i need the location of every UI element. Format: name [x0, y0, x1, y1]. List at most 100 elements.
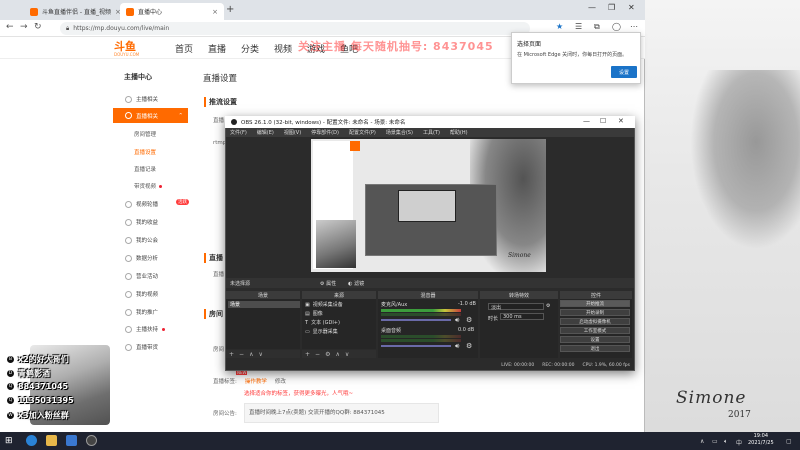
favorite-star-icon[interactable]: ★ [556, 22, 563, 31]
sidebar-item-room-manage[interactable]: 房间管理 [134, 130, 156, 138]
tag-tutorial-link[interactable]: 操作教学 [245, 377, 267, 385]
move-down-icon[interactable]: ∨ [345, 351, 349, 358]
sidebar-item-activities[interactable]: 营业活动 [125, 272, 158, 280]
edge-taskbar-icon[interactable] [26, 435, 37, 446]
back-icon[interactable]: ← [6, 22, 14, 32]
notification-icon[interactable]: ▢ [786, 438, 792, 445]
transitions-dock-header: 转场特效 [480, 291, 558, 299]
notice-textarea[interactable]: 直播时间晚上7点(卖题) 交流开播的QQ群: 884371045 [244, 403, 439, 423]
close-window-icon[interactable]: ✕ [628, 3, 635, 12]
windows-start-icon[interactable]: ⊞ [5, 436, 13, 446]
gear-icon[interactable]: ⚙ [325, 351, 330, 358]
sidebar-item-income[interactable]: 我的收益 [125, 218, 158, 226]
more-icon[interactable]: ⋯ [630, 22, 638, 31]
scene-item[interactable]: 场景 [228, 301, 300, 308]
sidebar-item-live-shopping[interactable]: 直播带货 [125, 343, 158, 351]
tray-arrow-icon[interactable]: ∧ [700, 438, 704, 445]
transition-select[interactable]: 淡出 [488, 303, 544, 311]
menu-edit[interactable]: 编辑(E) [257, 129, 274, 136]
gear-icon[interactable]: ⚙ [466, 342, 472, 350]
sidebar-title: 主播中心 [124, 73, 152, 81]
popup-settings-button[interactable]: 设置 [611, 66, 637, 78]
sidebar-item-support[interactable]: 主播扶持 [125, 325, 166, 333]
tag-edit-link[interactable]: 修改 [275, 377, 286, 385]
obs-taskbar-icon[interactable] [86, 435, 97, 446]
add-icon[interactable]: + [229, 351, 234, 358]
start-streaming-button[interactable]: 开始推流 [560, 300, 630, 307]
menu-help[interactable]: 帮助(H) [450, 129, 468, 136]
move-up-icon[interactable]: ∧ [335, 351, 339, 358]
source-item[interactable]: ▣ 视频采集设备 [305, 301, 343, 309]
duration-input[interactable]: 300 ms [500, 313, 544, 320]
section-live: 直播 [204, 253, 223, 263]
minimize-icon[interactable]: — [588, 3, 596, 12]
nav-home[interactable]: 首页 [175, 42, 193, 55]
obs-minimize-icon[interactable]: — [583, 117, 590, 125]
forward-icon[interactable]: → [20, 22, 28, 32]
source-item[interactable]: ▤ 图像 [305, 310, 323, 318]
add-icon[interactable]: + [305, 351, 310, 358]
collections-icon[interactable]: ☰ [575, 22, 582, 31]
filters-button[interactable]: ◐ 滤镜 [348, 280, 364, 287]
remove-icon[interactable]: − [239, 351, 244, 358]
menu-tools[interactable]: 工具(T) [423, 129, 440, 136]
volume-slider[interactable] [381, 345, 451, 347]
nav-category[interactable]: 分类 [241, 42, 259, 55]
sidebar-item-analytics[interactable]: 数据分析 [125, 254, 158, 262]
move-down-icon[interactable]: ∨ [258, 351, 262, 358]
sidebar-item-goods-video[interactable]: 带货视频 [134, 182, 163, 190]
exit-button[interactable]: 退出 [560, 345, 630, 352]
obs-maximize-icon[interactable]: ☐ [600, 117, 606, 125]
sidebar-item-carousel[interactable]: 视频轮播 [125, 200, 158, 208]
sidebar-item-live-settings[interactable]: 直播设置 [134, 148, 156, 156]
ime-icon[interactable]: 中 [736, 438, 742, 447]
network-icon[interactable]: ▭ [712, 438, 718, 445]
qq-icon: Q [6, 382, 15, 391]
menu-docks[interactable]: 停靠部件(D) [311, 129, 339, 136]
start-recording-button[interactable]: 开始录制 [560, 309, 630, 316]
sidebar-item-live-records[interactable]: 直播记录 [134, 165, 156, 173]
url-input[interactable]: 🔒︎ https://mp.douyu.com/live/main [60, 22, 530, 35]
extensions-icon[interactable]: ⧉ [594, 22, 600, 32]
gear-icon[interactable]: ⚙ [546, 303, 550, 309]
menu-profile[interactable]: 配置文件(P) [349, 129, 376, 136]
tab-douyu-home[interactable]: 斗鱼直播伴侣 - 直播_视频 × [24, 3, 127, 20]
taskbar-clock[interactable]: 19:04 2021/7/25 [748, 433, 774, 447]
studio-mode-button[interactable]: 工作室模式 [560, 327, 630, 334]
gear-icon[interactable]: ⚙ [466, 316, 472, 324]
menu-scene-collection[interactable]: 场景集合(S) [386, 129, 413, 136]
store-icon[interactable] [66, 435, 77, 446]
douyu-logo[interactable]: 斗鱼 DOUYU.COM [114, 38, 139, 57]
nav-live[interactable]: 直播 [208, 42, 226, 55]
sidebar-item-promotion[interactable]: 我的推广 [125, 308, 158, 316]
virtual-camera-button[interactable]: 启动虚拟摄像机 [560, 318, 630, 325]
obs-close-icon[interactable]: ✕ [618, 117, 624, 125]
douyu-favicon-icon [126, 7, 134, 16]
speaker-icon[interactable]: 🔊︎ [455, 316, 459, 325]
refresh-icon[interactable]: ↻ [34, 22, 42, 32]
new-tab-icon[interactable]: + [226, 4, 234, 15]
sidebar-item-anchor[interactable]: 主播相关 [125, 95, 158, 103]
close-icon[interactable]: × [212, 8, 218, 16]
speaker-icon[interactable]: 🔊︎ [455, 342, 459, 351]
popup-title: 选择页面 [517, 41, 542, 48]
sidebar-item-guild[interactable]: 我的公会 [125, 236, 158, 244]
move-up-icon[interactable]: ∧ [249, 351, 253, 358]
profile-icon[interactable]: ◯ [612, 22, 621, 31]
remove-icon[interactable]: − [315, 351, 320, 358]
settings-button[interactable]: 设置 [560, 336, 630, 343]
file-explorer-icon[interactable] [46, 435, 57, 446]
nav-video[interactable]: 视频 [274, 42, 292, 55]
tab-label: 直播中心 [138, 9, 163, 16]
maximize-icon[interactable]: ❐ [608, 3, 615, 12]
source-item[interactable]: T 文本 (GDI+) [305, 319, 340, 327]
source-item[interactable]: ▭ 显示器采集 [305, 328, 338, 336]
volume-slider[interactable] [381, 319, 451, 321]
menu-file[interactable]: 文件(F) [230, 129, 247, 136]
tab-creator-center[interactable]: 直播中心 × [120, 3, 224, 20]
sidebar-item-live[interactable]: 直播相关 ⌃ [113, 108, 188, 123]
menu-view[interactable]: 视图(V) [284, 129, 301, 136]
properties-button[interactable]: ⚙ 属性 [320, 280, 336, 287]
sidebar-item-my-videos[interactable]: 我的视频 [125, 290, 158, 298]
volume-icon[interactable]: 🔈︎ [724, 438, 728, 446]
